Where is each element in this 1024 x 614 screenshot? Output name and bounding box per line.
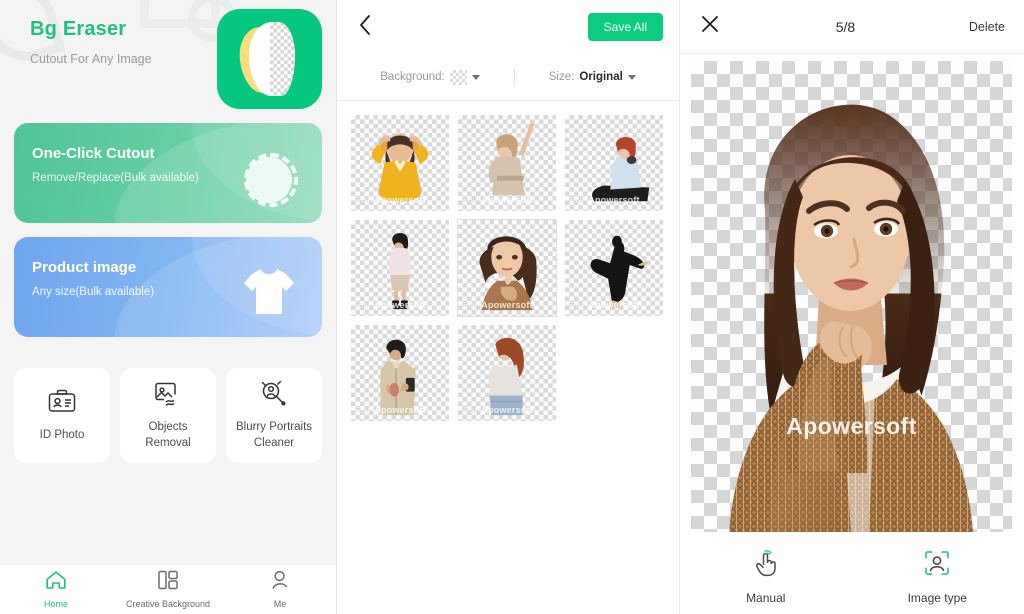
feature-cards: One-Click Cutout Remove/Replace(Bulk ava… (0, 123, 336, 351)
thumbnail-edit-label: Edit (356, 301, 370, 310)
editor-toolbar: Save All (337, 0, 679, 54)
hand-pointer-icon (752, 549, 780, 582)
nav-label: Home (43, 599, 68, 609)
preview-container: Apowersoft (680, 54, 1023, 540)
size-label: Size: (548, 71, 575, 83)
thumbnail-edit-label: Edit (463, 301, 477, 310)
viewer-actions: Manual Image type (680, 540, 1023, 614)
feature-card-product-image[interactable]: Product image Any size(Bulk available) (14, 237, 322, 337)
viewer-toolbar: 5/8 Delete (680, 0, 1023, 54)
image-viewer-panel: 5/8 Delete Apowersoft Manual Image type (680, 0, 1023, 614)
preview-image[interactable]: Apowersoft (691, 61, 1012, 532)
close-icon (701, 15, 719, 38)
action-label: Image type (907, 591, 967, 605)
editor-options-bar: Background: Size: Original (337, 54, 679, 101)
tool-tiles: ID Photo Objects Removal Blurry Portrait… (0, 368, 336, 463)
feature-card-one-click-cutout[interactable]: One-Click Cutout Remove/Replace(Bulk ava… (14, 123, 322, 223)
id-card-icon (48, 387, 76, 417)
image-counter: 5/8 (835, 18, 856, 35)
tshirt-icon (240, 265, 298, 324)
home-icon (45, 570, 67, 595)
person-icon (269, 570, 291, 595)
thumbnail-item[interactable]: Edit Apowersoft (565, 220, 663, 316)
thumbnail-edit-label: Edit (356, 196, 370, 205)
thumbnail-edit-label: Edit (463, 196, 477, 205)
thumbnail-grid: Edit Apowersoft Edit Apowersoft Edit Apo… (337, 101, 679, 421)
thumbnail-item[interactable]: Edit Apowersoft (351, 220, 449, 316)
back-button[interactable] (351, 13, 379, 41)
thumbnail-item-selected[interactable]: Edit Apowersoft (457, 219, 557, 317)
image-eraser-icon (154, 379, 183, 409)
person-frame-icon (923, 549, 951, 582)
nav-label: Me (273, 599, 287, 609)
thumbnail-watermark: Apowersoft (588, 195, 640, 205)
size-value: Original (579, 71, 623, 83)
caret-down-icon (471, 74, 480, 80)
action-image-type[interactable]: Image type (852, 549, 1024, 605)
tool-blurry-portraits-cleaner[interactable]: Blurry Portraits Cleaner (226, 368, 322, 463)
thumbnail-edit-label: Edit (570, 301, 584, 310)
chevron-left-icon (358, 14, 373, 41)
thumbnail-item[interactable]: Edit Apowersoft (458, 115, 556, 211)
thumbnail-watermark: Apowersoft (481, 405, 533, 415)
bottom-navigation: Home Creative Background Me (0, 564, 336, 614)
close-button[interactable] (698, 15, 722, 39)
solid-circle-icon (246, 157, 292, 203)
nav-item-home[interactable]: Home (0, 570, 112, 609)
delete-button[interactable]: Delete (969, 20, 1005, 34)
preview-watermark: Apowersoft (786, 413, 917, 439)
background-label: Background: (380, 71, 445, 83)
action-manual[interactable]: Manual (680, 549, 852, 605)
tool-id-photo[interactable]: ID Photo (14, 368, 110, 463)
nav-item-me[interactable]: Me (224, 570, 336, 609)
thumbnail-edit-label: Edit (463, 406, 477, 415)
batch-editor-panel: Save All Background: Size: Original Edit… (337, 0, 680, 614)
tool-label: ID Photo (39, 429, 85, 442)
nav-item-creative-background[interactable]: Creative Background (112, 570, 224, 609)
thumbnail-item[interactable]: Edit Apowersoft (565, 115, 663, 211)
thumbnail-watermark: Apowersoft (374, 300, 426, 310)
action-label: Manual (746, 591, 786, 605)
thumbnail-edit-label: Edit (356, 406, 370, 415)
layout-grid-icon (157, 570, 179, 595)
background-selector[interactable]: Background: (380, 69, 480, 85)
bg-eraser-droplet-logo-icon (217, 9, 322, 109)
transparent-checker-swatch (449, 69, 467, 85)
caret-down-icon (627, 74, 636, 80)
thumbnail-item[interactable]: Edit Apowersoft (458, 325, 556, 421)
tool-label: Objects Removal (145, 421, 191, 449)
nav-label: Creative Background (125, 599, 211, 609)
thumbnail-item[interactable]: Edit Apowersoft (351, 115, 449, 211)
thumbnail-edit-label: Edit (570, 196, 584, 205)
thumbnail-watermark: Apowersoft (481, 195, 533, 205)
tool-objects-removal[interactable]: Objects Removal (120, 368, 216, 463)
save-all-button[interactable]: Save All (587, 13, 663, 41)
home-panel: Bg Eraser Cutout For Any Image One-Click… (0, 0, 337, 614)
tool-label: Blurry Portraits Cleaner (235, 421, 313, 449)
divider (513, 68, 515, 86)
portrait-sharpen-icon (260, 379, 288, 409)
thumbnail-item[interactable]: Edit Apowersoft (351, 325, 449, 421)
thumbnail-watermark: Apowersoft (481, 300, 533, 310)
thumbnail-watermark: Apowersoft (588, 300, 640, 310)
size-selector[interactable]: Size: Original (549, 71, 636, 83)
thumbnail-watermark: Apowersoft (374, 405, 426, 415)
thumbnail-watermark: Apowersoft (374, 195, 426, 205)
